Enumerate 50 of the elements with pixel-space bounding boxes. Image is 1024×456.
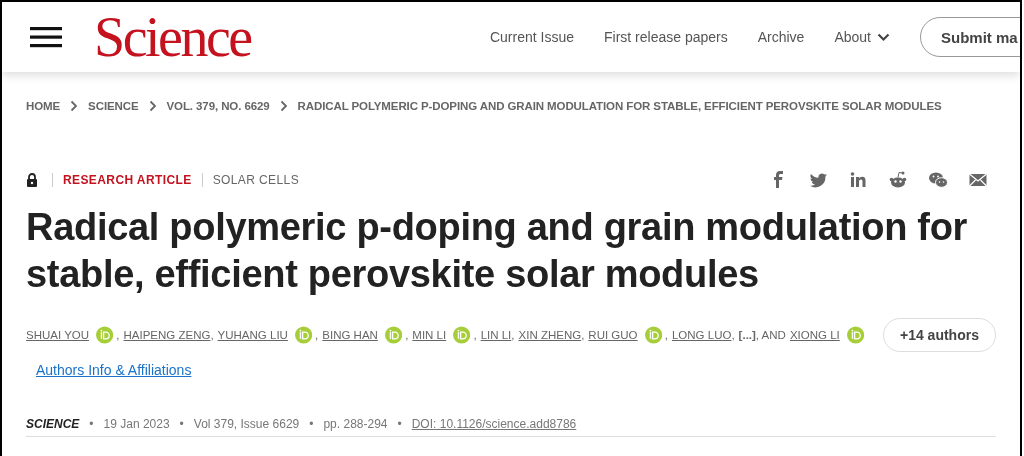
separator-text: ,	[473, 329, 477, 341]
linkedin-icon[interactable]	[848, 170, 868, 190]
doi-link[interactable]: DOI: 10.1126/science.add8786	[411, 417, 577, 431]
article-title: Radical polymeric p-doping and grain modulation for stable, efficient perovskite solar modules	[26, 205, 969, 297]
chevron-icon	[279, 100, 288, 112]
menu-icon[interactable]	[30, 25, 62, 49]
author-link[interactable]: MIN LI	[412, 329, 447, 341]
separator-dot: •	[89, 417, 94, 431]
separator-text: ,	[581, 329, 585, 341]
more-authors-ellipsis: [...]	[738, 329, 756, 341]
separator-dot: •	[397, 417, 402, 431]
chevron-icon	[70, 100, 79, 112]
separator-text: ,	[116, 329, 120, 341]
affiliations-link[interactable]: Authors Info & Affiliations	[36, 362, 192, 378]
separator-text: ,	[405, 329, 409, 341]
author-link[interactable]: LIN LI	[480, 329, 512, 341]
author-link[interactable]: RUI GUO	[588, 329, 638, 341]
more-authors-button[interactable]: +14 authors	[883, 318, 996, 352]
breadcrumb-link[interactable]: RADICAL POLYMERIC P-DOPING AND GRAIN MODULATION FOR STABLE, EFFICIENT PEROVSKITE SOLAR MODULES	[297, 100, 942, 112]
breadcrumb-link[interactable]: SCIENCE	[88, 100, 139, 112]
chevron-icon	[148, 100, 157, 112]
nav-link[interactable]: Archive	[757, 29, 805, 45]
separator-text: , AND	[755, 329, 786, 341]
author-link[interactable]: BING HAN	[322, 329, 378, 341]
separator-text: ,	[511, 329, 515, 341]
nav-link[interactable]: First release papers	[604, 29, 728, 45]
meta-text: 19 Jan 2023	[103, 417, 170, 431]
author-link[interactable]: XIONG LI	[789, 329, 840, 341]
wechat-icon[interactable]	[928, 170, 948, 190]
author-link[interactable]: YUHANG LIU	[217, 329, 288, 341]
separator-text: ,	[664, 329, 668, 341]
separator-text: ,	[210, 329, 214, 341]
journal-name: SCIENCE	[26, 417, 80, 431]
nav-link[interactable]: About	[834, 29, 890, 45]
separator-dot: •	[309, 417, 314, 431]
meta-text: pp. 288-294	[323, 417, 388, 431]
author-link[interactable]: SHUAI YOU	[26, 329, 90, 341]
nav-link[interactable]: Current Issue	[489, 29, 574, 45]
subject-link[interactable]: SOLAR CELLS	[201, 173, 300, 187]
submit-button[interactable]: Submit ma	[920, 17, 1020, 57]
lock-icon	[26, 173, 38, 187]
reddit-icon[interactable]	[888, 170, 908, 190]
logo[interactable]: Science	[94, 9, 251, 65]
separator-text: ,	[315, 329, 319, 341]
breadcrumb-link[interactable]: VOL. 379, NO. 6629	[166, 100, 270, 112]
article-type: RESEARCH ARTICLE	[52, 173, 202, 187]
separator-dot: •	[179, 417, 184, 431]
separator-text: ,	[731, 329, 735, 341]
meta-text: Vol 379, Issue 6629	[193, 417, 300, 431]
breadcrumb-link[interactable]: HOME	[26, 100, 61, 112]
